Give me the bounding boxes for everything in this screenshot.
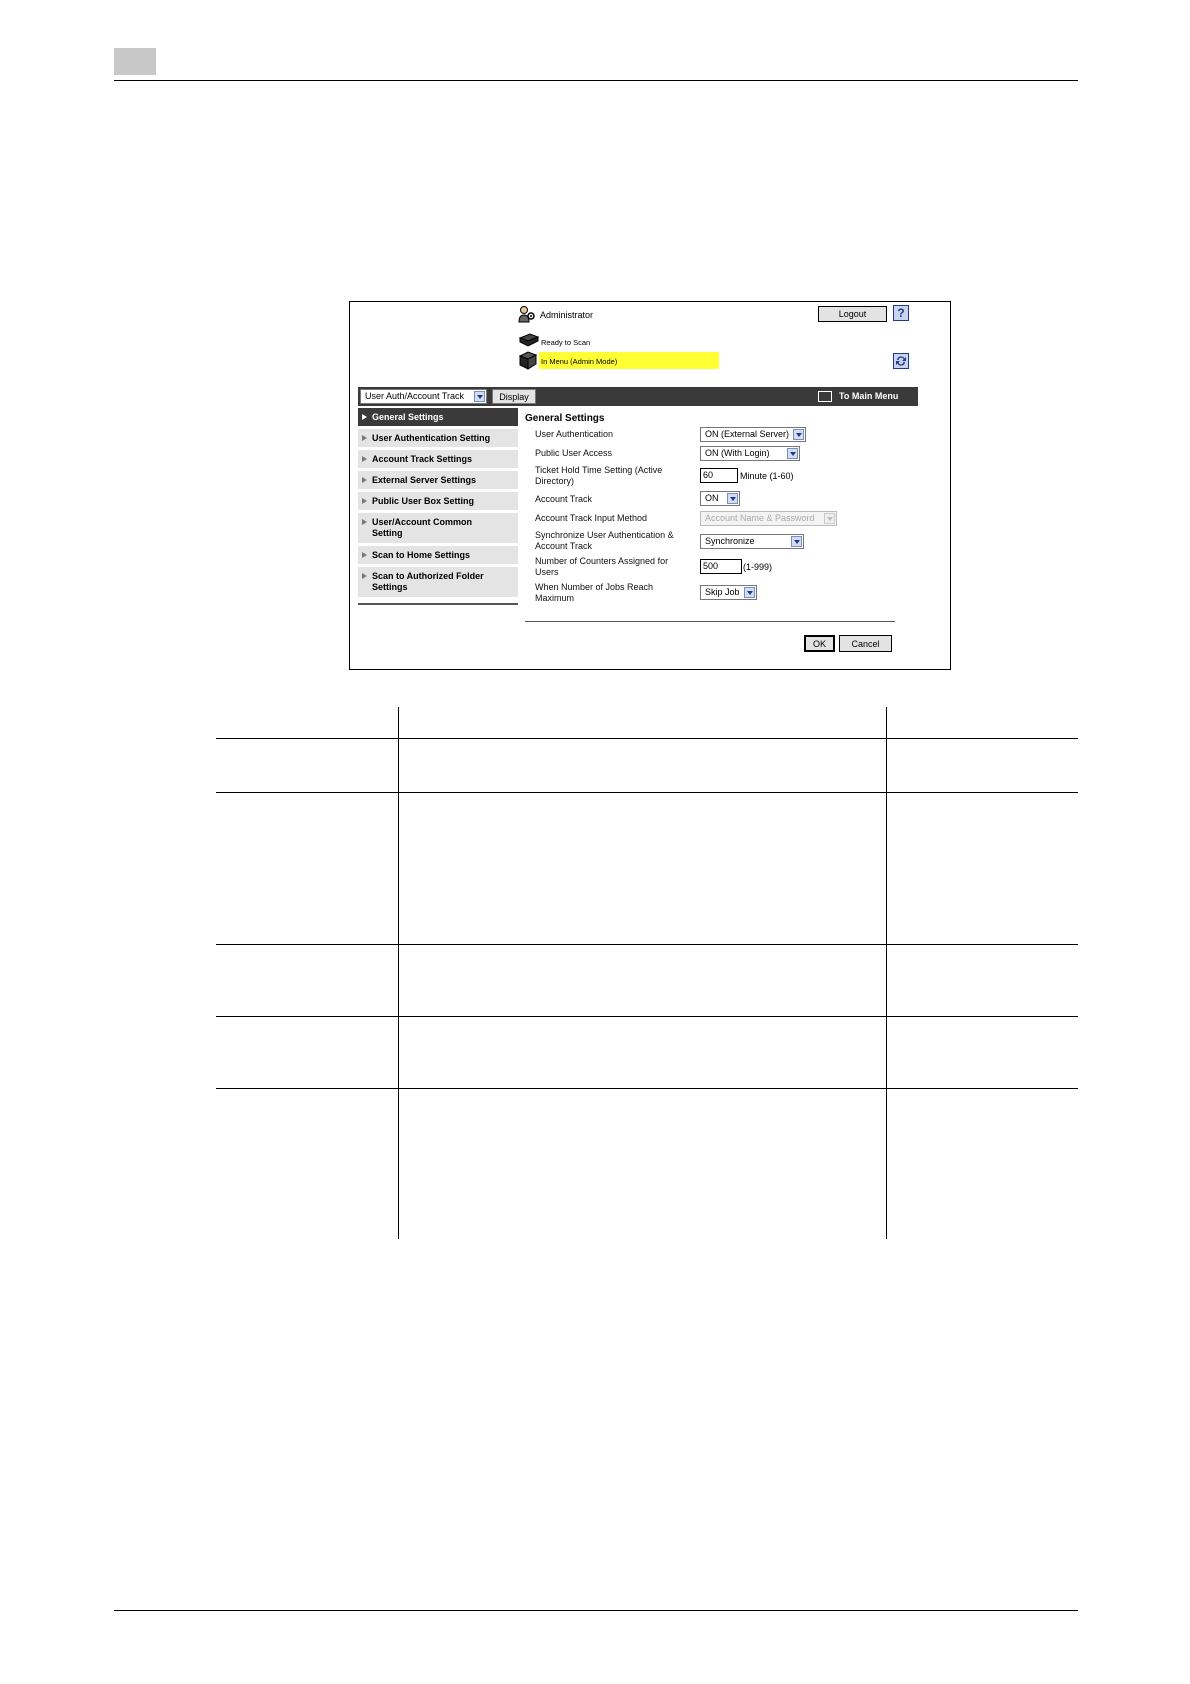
synchronize-value: Synchronize <box>705 536 755 546</box>
jobs-maximum-select[interactable]: Skip Job <box>700 585 757 600</box>
main-menu-icon[interactable] <box>818 391 832 402</box>
sidebar-item-label: Public User Box Setting <box>372 496 475 506</box>
sidebar-item-external-server-settings[interactable]: External Server Settings <box>358 471 518 489</box>
top-rule <box>114 80 1078 81</box>
account-track-select[interactable]: ON <box>700 491 740 506</box>
administrator-label: Administrator <box>540 310 594 320</box>
chevron-down-icon <box>824 513 835 524</box>
web-connection-screenshot: Administrator Logout ? Ready to Scan In … <box>349 301 951 670</box>
sidebar-item-label: General Settings <box>372 412 444 422</box>
display-button[interactable]: Display <box>492 389 536 404</box>
account-track-label: Account Track <box>535 494 593 504</box>
refresh-icon[interactable] <box>893 353 909 369</box>
user-authentication-value: ON (External Server) <box>705 429 790 439</box>
table-column-divider <box>398 707 399 1239</box>
sidebar-divider <box>358 603 518 605</box>
category-select[interactable]: User Auth/Account Track <box>360 389 487 404</box>
table-row-divider <box>216 792 1078 793</box>
table-column-divider <box>886 707 887 1239</box>
bottom-rule <box>114 1610 1078 1611</box>
sidebar-item-scan-to-home-settings[interactable]: Scan to Home Settings <box>358 546 518 564</box>
form-divider <box>525 621 895 622</box>
chevron-down-icon <box>744 587 755 598</box>
triangle-right-icon <box>362 498 367 504</box>
sidebar-item-label: Scan to Authorized Folder Settings <box>372 571 484 592</box>
table-row-divider <box>216 738 1078 739</box>
ticket-hold-time-label: Ticket Hold Time Setting (Active Directo… <box>535 465 663 486</box>
machine-icon <box>518 351 538 370</box>
sidebar-item-label: Scan to Home Settings <box>372 550 471 560</box>
triangle-right-icon <box>362 519 367 525</box>
table-row-divider <box>216 1016 1078 1017</box>
public-user-access-label: Public User Access <box>535 448 613 458</box>
status-mode-text: In Menu (Admin Mode) <box>541 357 618 366</box>
account-track-input-method-select: Account Name & Password <box>700 511 837 526</box>
sidebar-item-user-authentication-setting[interactable]: User Authentication Setting <box>358 429 518 447</box>
triangle-right-icon <box>362 477 367 483</box>
jobs-maximum-label: When Number of Jobs Reach Maximum <box>535 582 654 603</box>
administrator-icon <box>518 306 535 323</box>
ticket-hold-time-unit: Minute (1-60) <box>740 471 794 481</box>
public-user-access-value: ON (With Login) <box>705 448 770 458</box>
page-tab <box>114 48 156 75</box>
sidebar-item-general-settings[interactable]: General Settings <box>358 408 518 426</box>
public-user-access-select[interactable]: ON (With Login) <box>700 446 800 461</box>
scanner-icon <box>518 333 540 347</box>
number-of-counters-unit: (1-999) <box>743 562 773 572</box>
chevron-down-icon <box>793 429 804 440</box>
status-ready-text: Ready to Scan <box>541 338 591 347</box>
table-row-divider <box>216 944 1078 945</box>
cancel-button[interactable]: Cancel <box>839 635 892 652</box>
sidebar-item-user-account-common-setting[interactable]: User/Account Common Setting <box>358 513 518 543</box>
sidebar-item-account-track-settings[interactable]: Account Track Settings <box>358 450 518 468</box>
sidebar-item-public-user-box-setting[interactable]: Public User Box Setting <box>358 492 518 510</box>
triangle-right-icon <box>362 573 367 579</box>
account-track-value: ON <box>705 493 719 503</box>
ok-button[interactable]: OK <box>804 635 835 652</box>
chevron-down-icon <box>474 391 485 402</box>
user-authentication-select[interactable]: ON (External Server) <box>700 427 806 442</box>
triangle-right-icon <box>362 414 367 420</box>
chevron-down-icon <box>791 536 802 547</box>
table-row-divider <box>216 1088 1078 1089</box>
category-select-value: User Auth/Account Track <box>365 391 465 401</box>
sidebar-item-label: Account Track Settings <box>372 454 473 464</box>
ticket-hold-time-input[interactable]: 60 <box>700 468 738 483</box>
user-authentication-label: User Authentication <box>535 429 614 439</box>
chevron-down-icon <box>787 448 798 459</box>
number-of-counters-input[interactable]: 500 <box>700 559 742 574</box>
number-of-counters-label: Number of Counters Assigned for Users <box>535 556 669 577</box>
triangle-right-icon <box>362 552 367 558</box>
form-title: General Settings <box>525 413 605 424</box>
account-track-input-method-label: Account Track Input Method <box>535 513 648 523</box>
triangle-right-icon <box>362 456 367 462</box>
synchronize-select[interactable]: Synchronize <box>700 534 804 549</box>
chevron-down-icon <box>727 493 738 504</box>
logout-button[interactable]: Logout <box>818 306 887 322</box>
jobs-maximum-value: Skip Job <box>705 587 740 597</box>
sidebar-item-label: User/Account Common Setting <box>372 517 473 538</box>
sidebar-item-label: User Authentication Setting <box>372 433 491 443</box>
account-track-input-method-value: Account Name & Password <box>705 513 815 523</box>
help-icon[interactable]: ? <box>893 305 909 321</box>
sidebar-item-scan-to-authorized-folder-settings[interactable]: Scan to Authorized Folder Settings <box>358 567 518 597</box>
sidebar-item-label: External Server Settings <box>372 475 477 485</box>
triangle-right-icon <box>362 435 367 441</box>
synchronize-label: Synchronize User Authentication & Accoun… <box>535 530 674 551</box>
to-main-menu-link[interactable]: To Main Menu <box>839 391 898 401</box>
